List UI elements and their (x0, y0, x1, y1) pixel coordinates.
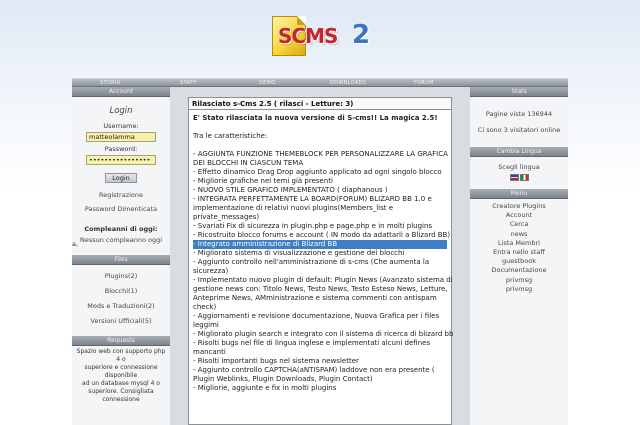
feature-line: - Aggiornamenti e revisione documentazio… (193, 312, 440, 320)
feature-line: gestione news con: Titolo News, Testo Ne… (193, 285, 448, 293)
feature-line: - Migliorato plugin search e integrato c… (193, 330, 454, 338)
feature-line: implementazione di relativi nuovi plugin… (193, 204, 394, 212)
left-edge-mark: a, (72, 240, 79, 248)
italian-flag-icon[interactable] (519, 174, 529, 181)
feature-line: - AGGIUNTA FUNZIONE THEMEBLOCK PER PERSO… (193, 150, 448, 158)
menu-block-title: Menu (470, 189, 568, 199)
birthdays-title: Compleanni di oggi: (84, 225, 158, 233)
language-flags (473, 174, 565, 181)
feature-line: - Risolti importanti bugs nel sistema ne… (193, 357, 359, 365)
account-block: Login Username: matteolamma Password: ••… (72, 97, 170, 251)
feature-line: - Migliorie, aggiunte e fix in molti plu… (193, 384, 337, 392)
requests-block: Spazio web con supporto php 4 o superior… (72, 346, 170, 409)
logo-text: SCMS (278, 24, 338, 48)
forgot-password-link[interactable]: Password Dimenticata (75, 205, 167, 214)
menu-item-cerca[interactable]: Cerca (473, 220, 565, 229)
feature-line: - Migliorie grafiche nei temi già presen… (193, 177, 333, 185)
feature-line: - Svariati Fix di sicurezza in plugin.ph… (193, 222, 433, 230)
requests-line: superiore. Consigliata connessione (88, 388, 154, 403)
menu-item-documentazione[interactable]: Documentazione (473, 266, 565, 275)
right-column: Stats Pagine viste 136944 Ci sono 3 visi… (470, 87, 568, 425)
feature-line: Plugin Weblinks, Plugin Downloads, Plugi… (193, 375, 373, 383)
article-intro: Tra le caratteristiche: (193, 132, 268, 140)
account-block-title: Account (72, 87, 170, 97)
feature-line: - Implementato nuovo plugin di default: … (193, 276, 453, 284)
article-lead: E' Stato rilasciata la nuova versione di… (193, 114, 438, 122)
stats-block: Pagine viste 136944 Ci sono 3 visitatori… (470, 97, 568, 141)
nav-item-storia[interactable]: STORIA (100, 79, 120, 87)
feature-line: Anteprime News, AMministrazione e sistem… (193, 294, 437, 302)
feature-line: - Effetto dinamico Drag Drop aggiunto ap… (193, 168, 442, 176)
feature-line: - Risolti bugs nel file di lingua ingles… (193, 339, 431, 347)
files-block: Plugins(2) Blocchi(1) Mods e Traduzioni(… (72, 265, 170, 332)
logo-number: 2 (352, 20, 371, 50)
article-body: E' Stato rilasciata la nuova versione di… (189, 110, 454, 393)
menu-item-account[interactable]: Account (473, 211, 565, 220)
nav-item-forum[interactable]: FORUM (414, 79, 434, 87)
language-block: Scegli lingua (470, 157, 568, 186)
page-layout: Account Login Username: matteolamma Pass… (72, 87, 568, 425)
files-item-mods[interactable]: Mods e Traduzioni(2) (75, 301, 167, 312)
login-title: Login (109, 106, 133, 116)
feature-line: - INTEGRATA PERFETTAMENTE LA BOARD(FORUM… (193, 195, 432, 203)
menu-item-creatore-plugins[interactable]: Creatore Plugins (473, 202, 565, 211)
menu-item-guestbook[interactable]: guestbook (473, 257, 565, 266)
requests-block-title: Requests (72, 336, 170, 346)
login-button[interactable]: Login (105, 173, 137, 183)
birthdays-value: Nessun compleanno oggi (79, 236, 163, 244)
username-label: Username: (103, 122, 139, 130)
article-title[interactable]: Rilasciato s-Cms 2.5 ( rilasci - Letture… (189, 98, 451, 110)
feature-line: - Migliorato sistema di visualizzazione … (193, 249, 405, 257)
stats-block-title: Stats (470, 87, 568, 97)
feature-line: leggimi (193, 321, 219, 329)
language-block-title: Cambia Lingua (470, 147, 568, 157)
feature-line: mancanti (193, 348, 226, 356)
nav-item-downloads[interactable]: DOWNLOADS (330, 79, 366, 87)
language-label: Scegli lingua (498, 163, 540, 171)
files-block-title: Files (72, 255, 170, 265)
site-logo[interactable]: SCMS 2 (268, 14, 378, 58)
feature-list: - AGGIUNTA FUNZIONE THEMEBLOCK PER PERSO… (193, 150, 454, 393)
feature-line: - Aggiunto controllo nell'amministrazion… (193, 258, 430, 266)
requests-line: ad un database mysql 4 o (82, 380, 160, 387)
password-input[interactable]: •••••••••••••••• (86, 155, 156, 165)
page-views-count: Pagine viste 136944 (485, 110, 553, 118)
feature-line: private_messages) (193, 213, 260, 221)
online-visitors: Ci sono 3 visitatori online (477, 126, 561, 134)
menu-block: Creatore Plugins Account Cerca news List… (470, 199, 568, 299)
password-label: Password: (104, 145, 138, 153)
news-article: Rilasciato s-Cms 2.5 ( rilasci - Letture… (188, 97, 454, 425)
main-navbar: STORIA STAFF DEMO DOWNLOADS FORUM (72, 78, 568, 87)
register-link[interactable]: Registrazione (75, 191, 167, 200)
files-item-versioni[interactable]: Versioni Ufficiali(5) (75, 316, 167, 327)
feature-line: - NUOVO STILE GRAFICO IMPLEMENTATO ( dia… (193, 186, 388, 194)
nav-item-staff[interactable]: STAFF (180, 79, 197, 87)
feature-line: DEI BLOCCHI IN CIASCUN TEMA (193, 159, 304, 167)
requests-line: Spazio web con supporto php 4 o (76, 348, 166, 363)
english-flag-icon[interactable] (509, 174, 519, 181)
menu-item-privmsg[interactable]: privmsg (473, 285, 565, 294)
menu-item-privmsg[interactable]: privmsg (473, 276, 565, 285)
feature-line: - Ricostruito blocco forums e account ( … (193, 231, 451, 239)
nav-item-demo[interactable]: DEMO (259, 79, 275, 87)
requests-line: superiore e connessione disponibile (84, 364, 158, 379)
files-item-plugins[interactable]: Plugins(2) (75, 271, 167, 282)
feature-line[interactable]: - Integrato amministrazione di Blizard B… (193, 240, 447, 249)
left-column: Account Login Username: matteolamma Pass… (72, 87, 170, 425)
feature-line: - Aggiunto controllo CAPTCHA(aNTISPAM) l… (193, 366, 435, 374)
username-input[interactable]: matteolamma (86, 132, 156, 142)
menu-item-entra-staff[interactable]: Entra nello staff (473, 248, 565, 257)
menu-item-lista-membri[interactable]: Lista Membri (473, 239, 565, 248)
menu-item-news[interactable]: news (473, 230, 565, 239)
feature-line: check) (193, 303, 217, 311)
files-item-blocchi[interactable]: Blocchi(1) (75, 286, 167, 297)
feature-line: sicurezza) (193, 267, 229, 275)
